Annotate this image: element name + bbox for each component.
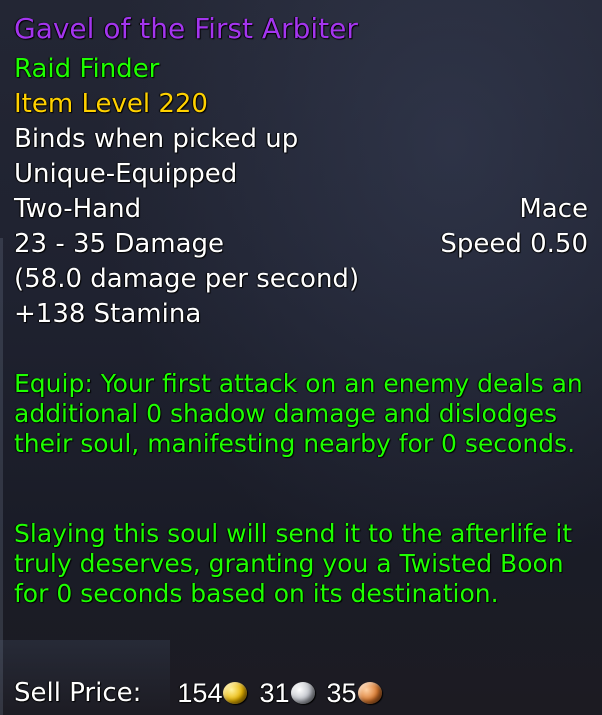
item-damage: 23 - 35 Damage bbox=[14, 229, 225, 259]
item-unique: Unique-Equipped bbox=[14, 159, 238, 189]
item-stat: +138 Stamina bbox=[14, 299, 202, 329]
background-frame-edge bbox=[0, 238, 3, 715]
copper-amount-group: 35 bbox=[327, 678, 382, 708]
silver-amount-group: 31 bbox=[259, 678, 315, 708]
item-speed: Speed 0.50 bbox=[440, 229, 588, 259]
item-binding: Binds when picked up bbox=[14, 124, 299, 154]
item-name: Gavel of the First Arbiter bbox=[14, 12, 358, 45]
gold-amount: 154 bbox=[177, 678, 223, 708]
copper-amount: 35 bbox=[326, 678, 357, 708]
sell-price-label: Sell Price: bbox=[14, 678, 142, 708]
equip-effect: Equip: Your first attack on an enemy dea… bbox=[14, 369, 583, 458]
item-slot: Two-Hand bbox=[14, 194, 142, 224]
item-type: Mace bbox=[519, 194, 588, 224]
gold-amount-group: 154 bbox=[177, 678, 248, 708]
effect-detail: Slaying this soul will send it to the af… bbox=[14, 519, 573, 608]
item-level: Item Level 220 bbox=[14, 89, 208, 119]
item-dps: (58.0 damage per second) bbox=[14, 264, 360, 294]
item-difficulty: Raid Finder bbox=[14, 54, 160, 84]
sell-price: Sell Price: 154 31 35 bbox=[14, 678, 382, 708]
silver-amount: 31 bbox=[259, 678, 290, 708]
silver-coin-icon bbox=[290, 682, 315, 704]
gold-coin-icon bbox=[223, 682, 248, 704]
copper-coin-icon bbox=[357, 682, 382, 704]
item-tooltip: Gavel of the First Arbiter Raid Finder I… bbox=[0, 0, 602, 715]
